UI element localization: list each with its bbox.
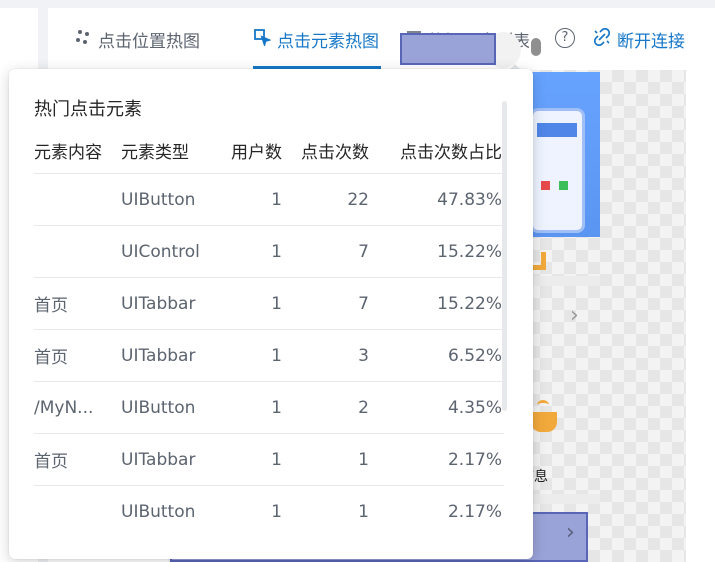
chevron-right-icon: › [570,303,579,328]
table-row[interactable]: UIControl 1 7 15.22% [34,226,504,278]
phone-image-green-icon [559,181,568,190]
table-row[interactable]: 首页 UITabbar 1 7 15.22% [34,278,504,330]
cell-users: 1 [271,241,282,262]
chevron-right-icon: › [566,520,575,545]
cell-ratio: 2.17% [447,449,502,470]
heatmap-tabs: 点击位置热图 点击元素热图 热门元素列表 ? [48,8,715,72]
phone-image-red-icon [541,181,550,190]
cell-ratio: 15.22% [437,293,502,314]
tab-label: 点击元素热图 [277,31,379,52]
scatter-dots-icon [74,28,98,51]
tab-click-element-heatmap[interactable]: 点击元素热图 [253,26,379,52]
cell-clicks: 2 [358,397,369,418]
cell-content: 首页 [34,452,68,472]
column-header-content: 元素内容 [34,142,102,163]
cell-clicks: 3 [358,345,369,366]
cell-clicks: 7 [358,293,369,314]
cell-ratio: 4.35% [447,397,502,418]
preview-highlight-search[interactable] [400,33,496,65]
disconnect-button[interactable]: 断开连接 [593,26,685,52]
cell-content: /MyN... [34,397,94,418]
preview-yellow-glyph [532,252,546,270]
cell-users: 1 [271,449,282,470]
cell-content: 首页 [34,296,68,316]
cell-ratio: 2.17% [447,502,502,522]
table-row[interactable]: /MyN... UIButton 1 2 4.35% [34,382,504,434]
cell-content [34,174,114,225]
column-header-ratio: 点击次数占比 [400,142,502,163]
cell-ratio: 47.83% [437,189,502,210]
hot-elements-table: 元素内容 元素类型 用户数 点击次数 点击次数占比 UIButton 1 22 … [34,127,504,538]
element-select-icon [253,28,277,51]
cell-clicks: 7 [358,241,369,262]
tab-label: 点击位置热图 [98,31,200,52]
cell-users: 1 [271,397,282,418]
cell-content [34,226,114,277]
cell-ratio: 6.52% [447,345,502,366]
column-header-users: 用户数 [231,142,282,163]
cell-ratio: 15.22% [437,241,502,262]
preview-banner-phone-image [530,108,585,233]
cell-users: 1 [271,345,282,366]
cell-users: 1 [271,502,282,522]
hot-click-elements-popup: 热门点击元素 元素内容 元素类型 用户数 点击次数 点击次数占比 UIButto… [9,69,533,559]
disconnect-label: 断开连接 [617,31,685,52]
unlink-icon [593,27,617,51]
phone-image-header [537,123,577,137]
coffee-steam-icon [537,400,549,410]
table-row[interactable]: UIButton 1 22 47.83% [34,174,504,226]
coffee-cup-icon [531,412,557,432]
column-header-clicks: 点击次数 [301,142,369,163]
cell-users: 1 [271,293,282,314]
table-row[interactable]: 首页 UITabbar 1 3 6.52% [34,330,504,382]
cell-clicks: 22 [347,189,369,210]
table-row[interactable]: UIButton 1 1 2.17% [34,486,504,538]
cell-users: 1 [271,189,282,210]
popup-title: 热门点击元素 [34,99,142,120]
help-circle-icon[interactable]: ? [555,28,575,48]
table-header: 元素内容 元素类型 用户数 点击次数 点击次数占比 [34,127,504,174]
cell-clicks: 1 [358,449,369,470]
tab-click-position-heatmap[interactable]: 点击位置热图 [74,26,200,52]
microphone-icon [531,38,541,56]
cell-clicks: 1 [358,502,369,522]
popup-scrollbar[interactable] [502,101,507,411]
cell-content: 首页 [34,348,68,368]
cell-content [34,486,114,538]
table-row[interactable]: 首页 UITabbar 1 1 2.17% [34,434,504,486]
